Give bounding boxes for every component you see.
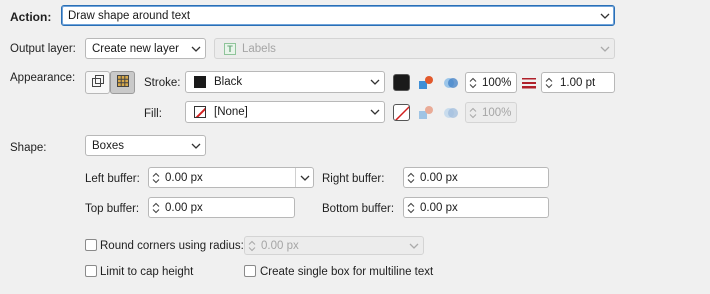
layer-select[interactable]: T Labels: [214, 38, 615, 59]
chevron-down-icon: [405, 237, 423, 254]
grid-icon: [116, 74, 130, 91]
stroke-opacity-value: 100%: [482, 76, 512, 89]
round-corners-radius-value: 0.00 px: [261, 239, 299, 252]
chevron-down-icon: [187, 39, 205, 58]
spinner-icon: [245, 237, 259, 254]
chevron-down-icon: [596, 6, 614, 25]
opacity-icon[interactable]: [443, 75, 459, 91]
action-select[interactable]: Draw shape around text: [61, 5, 615, 26]
spinner-icon[interactable]: [404, 198, 418, 217]
stroke-color-button[interactable]: [393, 74, 410, 91]
left-buffer-label: Left buffer:: [85, 173, 140, 185]
stroke-width-icon: [521, 75, 537, 91]
fill-color-button[interactable]: [393, 104, 410, 121]
shape-select-value: Boxes: [92, 139, 124, 152]
single-box-label: Create single box for multiline text: [260, 266, 434, 278]
single-box-checkbox[interactable]: [244, 265, 256, 277]
stroke-color-select[interactable]: Black: [185, 71, 385, 93]
layer-select-value: Labels: [242, 42, 276, 55]
paint-bucket-icon[interactable]: [418, 75, 434, 91]
fill-none-swatch: [194, 106, 206, 118]
round-corners-radius-field[interactable]: 0.00 px: [244, 236, 424, 255]
output-layer-select[interactable]: Create new layer: [85, 38, 206, 59]
spinner-icon[interactable]: [149, 168, 163, 187]
fill-opacity-field[interactable]: 100%: [465, 102, 517, 123]
left-buffer-field[interactable]: 0.00 px: [148, 167, 314, 188]
bottom-buffer-value: 0.00 px: [420, 201, 458, 214]
bottom-buffer-field[interactable]: 0.00 px: [403, 197, 549, 218]
opacity-icon: [443, 105, 459, 121]
top-buffer-label: Top buffer:: [85, 203, 140, 215]
limit-cap-height-label: Limit to cap height: [100, 266, 194, 278]
table-mode-button[interactable]: [110, 71, 135, 94]
top-buffer-value: 0.00 px: [165, 201, 203, 214]
shape-label: Shape:: [10, 142, 47, 154]
round-corners-label: Round corners using radius:: [100, 240, 244, 252]
appearance-label: Appearance:: [10, 72, 76, 84]
fill-color-name: [None]: [214, 106, 248, 118]
output-layer-value: Create new layer: [92, 42, 179, 55]
top-buffer-field[interactable]: 0.00 px: [148, 197, 295, 218]
stroke-color-name: Black: [214, 76, 243, 88]
right-buffer-field[interactable]: 0.00 px: [403, 167, 549, 188]
chevron-down-icon: [596, 39, 614, 58]
stroke-width-field[interactable]: 1.00 pt: [541, 72, 615, 93]
spinner-icon[interactable]: [466, 73, 480, 92]
action-label: Action:: [10, 10, 52, 24]
stroke-color-swatch: [194, 76, 206, 88]
stroke-opacity-field[interactable]: 100%: [465, 72, 517, 93]
chevron-down-icon[interactable]: [295, 168, 313, 187]
shape-mode-button[interactable]: [85, 71, 110, 94]
round-corners-checkbox[interactable]: [85, 239, 97, 251]
right-buffer-label: Right buffer:: [322, 173, 385, 185]
spinner-icon: [466, 103, 480, 122]
left-buffer-value: 0.00 px: [165, 171, 203, 184]
action-select-value: Draw shape around text: [68, 9, 191, 22]
chevron-down-icon: [366, 72, 384, 92]
fill-label: Fill:: [144, 108, 162, 120]
stroke-width-value: 1.00 pt: [560, 76, 596, 89]
output-layer-label: Output layer:: [10, 43, 76, 55]
chevron-down-icon: [187, 136, 205, 155]
spinner-icon[interactable]: [542, 73, 556, 92]
spinner-icon[interactable]: [404, 168, 418, 187]
bottom-buffer-label: Bottom buffer:: [322, 203, 395, 215]
text-layer-icon: T: [224, 42, 236, 55]
paint-bucket-icon: [418, 105, 434, 121]
fill-opacity-value: 100%: [482, 106, 512, 119]
shape-outline-icon: [91, 74, 105, 91]
limit-cap-height-checkbox[interactable]: [85, 265, 97, 277]
fill-color-select[interactable]: [None]: [185, 101, 385, 123]
chevron-down-icon: [366, 102, 384, 122]
right-buffer-value: 0.00 px: [420, 171, 458, 184]
spinner-icon[interactable]: [149, 198, 163, 217]
shape-select[interactable]: Boxes: [85, 135, 206, 156]
stroke-label: Stroke:: [144, 77, 181, 89]
